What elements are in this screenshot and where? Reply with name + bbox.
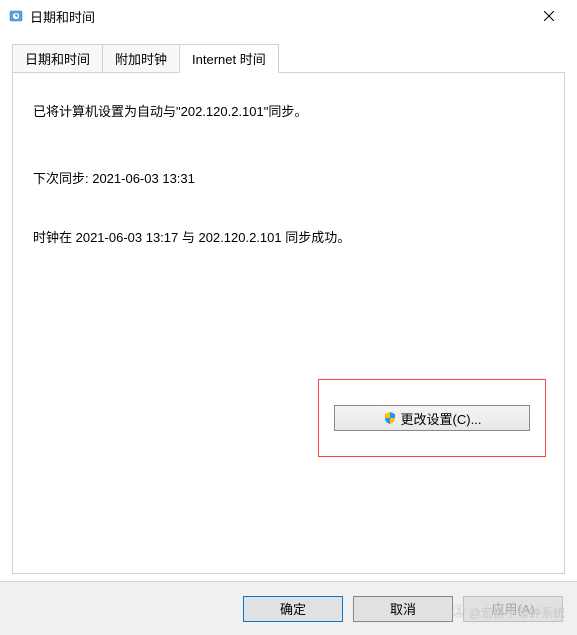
ok-button[interactable]: 确定 xyxy=(243,596,343,622)
tab-date-time[interactable]: 日期和时间 xyxy=(12,44,103,73)
close-button[interactable] xyxy=(529,2,569,30)
content-area: 日期和时间 附加时钟 Internet 时间 已将计算机设置为自动与"202.1… xyxy=(0,32,577,586)
shield-icon xyxy=(383,411,397,425)
bottom-bar: 确定 取消 应用(A) xyxy=(0,581,577,635)
tab-header: 日期和时间 附加时钟 Internet 时间 xyxy=(12,44,565,73)
tab-additional-clocks[interactable]: 附加时钟 xyxy=(102,44,180,73)
apply-button: 应用(A) xyxy=(463,596,563,622)
titlebar: 日期和时间 xyxy=(0,0,577,32)
cancel-button[interactable]: 取消 xyxy=(353,596,453,622)
sync-setup-text: 已将计算机设置为自动与"202.120.2.101"同步。 xyxy=(33,101,544,120)
change-settings-label: 更改设置(C)... xyxy=(401,409,482,428)
tab-body: 已将计算机设置为自动与"202.120.2.101"同步。 下次同步: 2021… xyxy=(12,72,565,574)
window-title: 日期和时间 xyxy=(30,7,529,26)
change-settings-highlight: 更改设置(C)... xyxy=(318,379,546,457)
tab-container: 日期和时间 附加时钟 Internet 时间 已将计算机设置为自动与"202.1… xyxy=(12,44,565,574)
change-settings-button[interactable]: 更改设置(C)... xyxy=(334,405,530,431)
next-sync-text: 下次同步: 2021-06-03 13:31 xyxy=(33,168,544,187)
close-icon xyxy=(544,11,554,21)
clock-icon xyxy=(8,8,24,24)
tab-internet-time[interactable]: Internet 时间 xyxy=(179,44,279,73)
last-sync-text: 时钟在 2021-06-03 13:17 与 202.120.2.101 同步成… xyxy=(33,227,544,246)
